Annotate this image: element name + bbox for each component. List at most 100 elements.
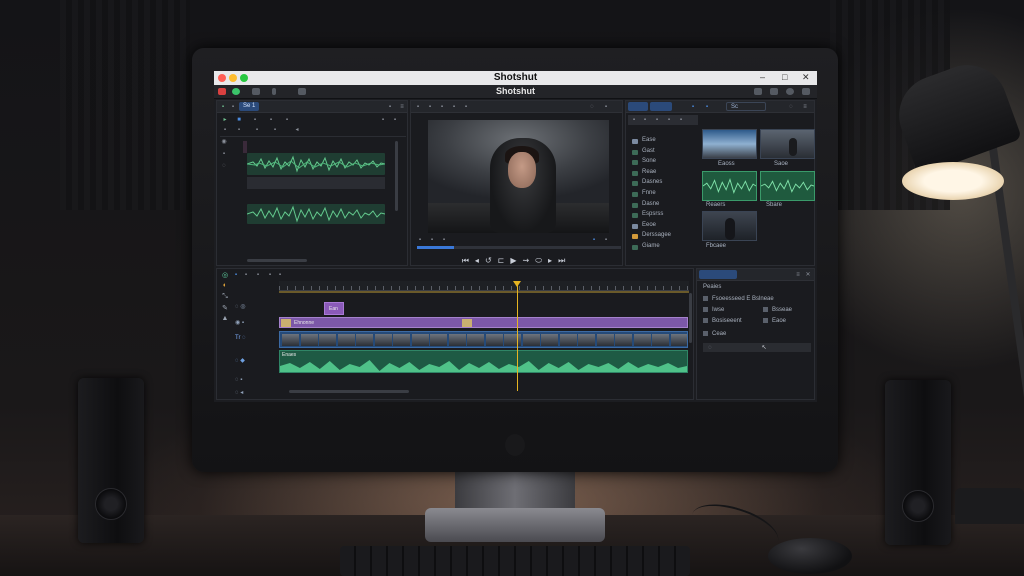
pen-tool[interactable]: ✎ (219, 304, 231, 315)
settings-icon[interactable] (802, 88, 810, 95)
bin-item[interactable]: Eeoe (632, 222, 671, 233)
mark-in-icon[interactable]: ▪ (417, 237, 423, 243)
link-clip-icon[interactable]: ▪ (272, 127, 278, 133)
trim-tool[interactable]: ⤡ (219, 293, 231, 304)
quality-icon[interactable]: ▪ (591, 237, 597, 243)
tool-icon[interactable]: ▪ (220, 104, 226, 110)
bin-item[interactable]: Dasne (632, 201, 671, 212)
add-marker-icon[interactable]: ▪ (255, 272, 261, 278)
media-menu-icon[interactable]: ≡ (802, 104, 808, 110)
v2-clip[interactable]: Ehnonne (279, 317, 688, 328)
share-icon[interactable] (770, 88, 778, 95)
property-value[interactable]: Eaoe (763, 318, 786, 324)
property-row[interactable]: Bosiseeent (703, 318, 742, 324)
property-row[interactable]: Ceae (703, 331, 726, 337)
tab-properties[interactable] (699, 270, 737, 279)
more-icon[interactable]: ▪ (392, 117, 398, 123)
step-back-icon[interactable]: ◂ (475, 256, 485, 265)
new-bin-icon[interactable]: ▪ (704, 104, 710, 110)
tab-effects[interactable] (650, 102, 672, 111)
mark-out-icon[interactable]: ▪ (429, 237, 435, 243)
eye-icon[interactable]: ◉ (221, 139, 227, 151)
thumbnail-audio-2[interactable] (760, 171, 815, 201)
linked-icon[interactable]: ▪ (243, 272, 249, 278)
playhead[interactable] (517, 283, 518, 391)
toggle-icon[interactable]: ⬭ (535, 256, 548, 265)
safe-area-icon[interactable]: ▪ (427, 104, 433, 110)
refresh-icon[interactable]: ◌ (788, 104, 794, 110)
program-scrubber[interactable] (417, 246, 621, 249)
overlay-icon[interactable]: ▪ (439, 104, 445, 110)
captions-icon[interactable]: ▪ (277, 272, 283, 278)
property-value[interactable]: Bsseae (763, 307, 792, 313)
a1-clip[interactable]: Enaes (279, 350, 688, 373)
snap-toggle-icon[interactable]: ▪ (233, 272, 239, 278)
track-header-v1[interactable]: Tr ◌ (235, 335, 246, 341)
track-header-a3[interactable]: ◌ ◂ (235, 389, 243, 396)
help-icon[interactable] (786, 88, 794, 95)
loop-play-icon[interactable]: ↺ (485, 256, 498, 265)
blade-tool-icon[interactable]: ■ (236, 117, 242, 123)
audio-icon[interactable]: ◂ (294, 127, 300, 133)
thumbnail-3[interactable] (702, 211, 757, 241)
bin-item[interactable]: Reae (632, 169, 671, 180)
track-header-v2[interactable]: ◉ ▪ (235, 319, 244, 326)
razor-tool[interactable]: ◐ (219, 282, 231, 293)
filter-icon[interactable]: ▪ (678, 117, 684, 123)
thumbnail-1[interactable] (702, 129, 757, 159)
work-area-bar[interactable] (279, 291, 689, 293)
lock-track-icon[interactable]: ▪ (221, 151, 227, 163)
select-tool-icon[interactable]: ▸ (222, 117, 228, 123)
hand-tool-icon[interactable]: ▪ (268, 117, 274, 123)
source-vscroll[interactable] (395, 141, 398, 211)
go-to-start-icon[interactable]: ⏮ (462, 256, 475, 265)
import-icon[interactable]: ▪ (690, 104, 696, 110)
minimize-icon[interactable]: – (760, 72, 765, 82)
maximize-icon[interactable]: □ (782, 72, 787, 82)
bin-item[interactable]: Ease (632, 137, 671, 148)
play-icon[interactable]: ▶ (510, 256, 522, 265)
marker-add-icon[interactable]: ▪ (254, 127, 260, 133)
bin-item[interactable]: Espsrss (632, 211, 671, 222)
bin-item[interactable]: Dasnes (632, 179, 671, 190)
panel-menu-icon[interactable]: ≡ (399, 104, 405, 110)
ripple-icon[interactable]: ▪ (236, 127, 242, 133)
close-icon[interactable]: ✕ (802, 72, 810, 83)
slip-tool-icon[interactable]: ▪ (252, 117, 258, 123)
timeline-ruler[interactable] (279, 281, 689, 291)
fullscreen-icon[interactable]: ▪ (603, 237, 609, 243)
marker-tool[interactable]: ▲ (219, 315, 231, 326)
video-preview[interactable] (428, 120, 609, 233)
program-menu-icon[interactable]: ▪ (603, 104, 609, 110)
bin-item[interactable]: Fnne (632, 190, 671, 201)
media-search-field[interactable]: Sc (726, 102, 766, 111)
loop-icon[interactable]: ◌ (589, 104, 595, 110)
zoom-tool-icon[interactable]: ▪ (284, 117, 290, 123)
track-header-a1[interactable]: ◌ ◆ (235, 357, 245, 364)
source-audio-waveform-1[interactable] (247, 153, 385, 175)
compare-icon[interactable]: ▪ (451, 104, 457, 110)
timeline-vscroll[interactable] (689, 293, 692, 343)
source-audio-waveform-2[interactable] (247, 204, 385, 224)
step-forward-icon[interactable]: ▸ (548, 256, 558, 265)
properties-menu-icon[interactable]: ≡ (795, 272, 801, 278)
properties-close-icon[interactable]: ✕ (805, 272, 811, 278)
bin-item[interactable]: Gast (632, 148, 671, 159)
title-clip[interactable]: Ean (324, 302, 344, 315)
track-header-a2[interactable]: ◌ ▪ (235, 377, 242, 383)
lock-icon[interactable]: ▪ (387, 104, 393, 110)
tab-media[interactable] (628, 102, 648, 111)
property-row[interactable]: Iwse (703, 307, 724, 313)
source-hscroll[interactable] (247, 259, 307, 262)
step-in-icon[interactable]: ⊏ (498, 256, 511, 265)
property-row[interactable]: Fsoeesseed E Bslneae (703, 296, 774, 302)
list-view-icon[interactable]: ▪ (642, 117, 648, 123)
timeline-hscroll[interactable] (289, 390, 409, 393)
keyframe-icon[interactable]: ◌ (707, 345, 713, 351)
clear-icon[interactable]: ▪ (441, 237, 447, 243)
export-icon[interactable] (754, 88, 762, 95)
bin-toggle-icon[interactable]: ▪ (631, 117, 637, 123)
sort-icon[interactable]: ▪ (666, 117, 672, 123)
bin-item[interactable]: Derssagee (632, 232, 671, 243)
tab-source[interactable]: Se 1 (239, 102, 260, 111)
